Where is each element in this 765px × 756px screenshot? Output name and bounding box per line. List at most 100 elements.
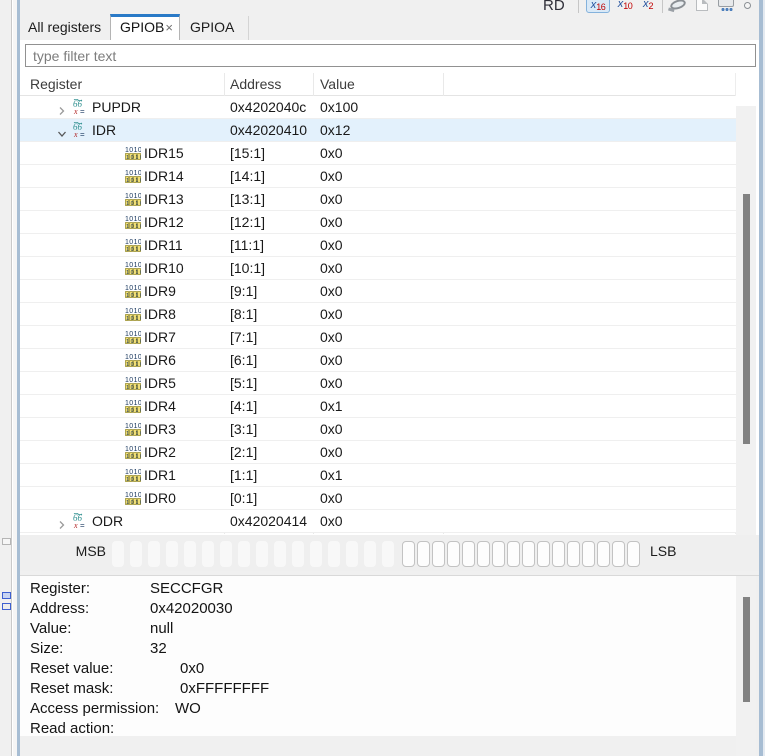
bit-box[interactable] bbox=[597, 541, 610, 567]
bitfield-row[interactable]: 10101010IDR4 [4:1] 0x1 bbox=[20, 395, 736, 418]
details-text: Register: SECCFGR Address: 0x42020030 Value:… bbox=[20, 576, 736, 737]
register-address: [14:1] bbox=[230, 168, 266, 184]
bit-box[interactable] bbox=[202, 541, 214, 567]
page-icon[interactable] bbox=[696, 0, 708, 11]
bit-box[interactable] bbox=[382, 541, 394, 567]
bit-box[interactable] bbox=[148, 541, 160, 567]
bitfield-row[interactable]: 10101010IDR13 [13:1] 0x0 bbox=[20, 188, 736, 211]
watch-read-icon[interactable] bbox=[669, 0, 687, 12]
register-row[interactable]: 66 x = PUPDR 0x4202040c 0x100 bbox=[20, 96, 736, 119]
bit-box[interactable] bbox=[256, 541, 268, 567]
bitfield-row[interactable]: 10101010IDR15 [15:1] 0x0 bbox=[20, 142, 736, 165]
bitfield-row[interactable]: 10101010IDR3 [3:1] 0x0 bbox=[20, 418, 736, 441]
bit-box[interactable] bbox=[166, 541, 178, 567]
column-header-register[interactable]: Register bbox=[30, 73, 82, 96]
bit-box[interactable] bbox=[462, 541, 475, 567]
bitfield-row[interactable]: 10101010IDR8 [8:1] 0x0 bbox=[20, 303, 736, 326]
bitfield-row[interactable]: 10101010IDR12 [12:1] 0x0 bbox=[20, 211, 736, 234]
bit-box[interactable] bbox=[492, 541, 505, 567]
column-header-address[interactable]: Address bbox=[230, 73, 281, 96]
radix-hex-button[interactable]: x16 bbox=[586, 0, 610, 13]
register-value: 0x0 bbox=[320, 145, 343, 161]
register-value: 0x0 bbox=[320, 260, 343, 276]
scrollbar-thumb[interactable] bbox=[743, 194, 750, 444]
radix-bin-button[interactable]: x2 bbox=[638, 0, 658, 13]
bit-box[interactable] bbox=[130, 541, 142, 567]
register-name: IDR1 bbox=[144, 467, 176, 483]
bit-box[interactable] bbox=[477, 541, 490, 567]
bitfield-row[interactable]: 10101010IDR7 [7:1] 0x0 bbox=[20, 326, 736, 349]
bitfield-row[interactable]: 10101010IDR10 [10:1] 0x0 bbox=[20, 257, 736, 280]
svg-text:=: = bbox=[80, 130, 85, 138]
bit-box[interactable] bbox=[112, 541, 124, 567]
bit-box[interactable] bbox=[402, 541, 415, 567]
bit-box[interactable] bbox=[184, 541, 196, 567]
register-row[interactable]: 66 x = IDR 0x42020410 0x12 bbox=[20, 119, 736, 142]
chevron-down-icon[interactable] bbox=[57, 126, 67, 137]
svg-text:1010: 1010 bbox=[125, 193, 141, 200]
bitfield-row[interactable]: 10101010IDR9 [9:1] 0x0 bbox=[20, 280, 736, 303]
peripheral-chip-icon[interactable] bbox=[718, 0, 734, 11]
tab-gpioa[interactable]: GPIOA bbox=[182, 14, 242, 40]
bit-box[interactable] bbox=[567, 541, 580, 567]
chevron-right-icon[interactable] bbox=[57, 517, 67, 529]
close-icon[interactable]: × bbox=[165, 20, 173, 35]
bitfield-row[interactable]: 10101010IDR6 [6:1] 0x0 bbox=[20, 349, 736, 372]
bit-box[interactable] bbox=[537, 541, 550, 567]
bitfield-row[interactable]: 10101010IDR14 [14:1] 0x0 bbox=[20, 165, 736, 188]
bit-box[interactable] bbox=[432, 541, 445, 567]
register-row[interactable]: 66 x = ODR 0x42020414 0x0 bbox=[20, 510, 736, 533]
bit-box[interactable] bbox=[310, 541, 322, 567]
bit-box[interactable] bbox=[364, 541, 376, 567]
bit-box[interactable] bbox=[507, 541, 520, 567]
details-label: Read action: bbox=[30, 720, 115, 737]
bit-box[interactable] bbox=[627, 541, 640, 567]
bit-box[interactable] bbox=[292, 541, 304, 567]
radix-dec-button[interactable]: x10 bbox=[613, 0, 637, 13]
tab-gpiob[interactable]: GPIOB × bbox=[110, 14, 180, 40]
filter-input[interactable] bbox=[25, 44, 756, 67]
bit-box[interactable] bbox=[612, 541, 625, 567]
bit-box[interactable] bbox=[552, 541, 565, 567]
bitfield-icon: 10101010 bbox=[125, 283, 143, 299]
bit-box[interactable] bbox=[328, 541, 340, 567]
minimized-view-trim bbox=[0, 0, 12, 756]
register-address: 0x42020414 bbox=[230, 513, 308, 529]
tab-strip: All registers GPIOB × GPIOA bbox=[20, 14, 759, 40]
bit-box[interactable] bbox=[274, 541, 286, 567]
scrollbar-thumb[interactable] bbox=[743, 597, 750, 702]
tab-all-registers[interactable]: All registers bbox=[20, 14, 109, 40]
restore-view-button[interactable] bbox=[2, 592, 11, 599]
bit-box[interactable] bbox=[522, 541, 535, 567]
overflow-dot-icon[interactable] bbox=[744, 2, 751, 9]
bit-box[interactable] bbox=[238, 541, 250, 567]
bit-box[interactable] bbox=[417, 541, 430, 567]
bit-box[interactable] bbox=[220, 541, 232, 567]
svg-text:1010: 1010 bbox=[126, 316, 141, 322]
bitfield-row[interactable]: 10101010IDR1 [1:1] 0x1 bbox=[20, 464, 736, 487]
bitfield-row[interactable]: 10101010IDR0 [0:1] 0x0 bbox=[20, 487, 736, 510]
details-label: Register: bbox=[30, 580, 91, 597]
restore-view-button[interactable] bbox=[2, 538, 11, 545]
svg-text:1010: 1010 bbox=[125, 262, 141, 269]
bit-box[interactable] bbox=[447, 541, 460, 567]
chevron-right-icon[interactable] bbox=[57, 103, 67, 115]
radix-digits: 2 bbox=[648, 1, 653, 11]
svg-text:1010: 1010 bbox=[125, 354, 141, 361]
bit-box[interactable] bbox=[582, 541, 595, 567]
view-toolbar: RD x16 x10 x2 bbox=[20, 0, 759, 14]
register-address: 0x42020410 bbox=[230, 122, 308, 138]
details-label: Reset mask: bbox=[30, 680, 114, 697]
register-value: 0x0 bbox=[320, 352, 343, 368]
column-header-value[interactable]: Value bbox=[320, 73, 355, 96]
bit-box[interactable] bbox=[346, 541, 358, 567]
bitfield-row[interactable]: 10101010IDR5 [5:1] 0x0 bbox=[20, 372, 736, 395]
register-name: IDR12 bbox=[144, 214, 184, 230]
radix-digits: 10 bbox=[623, 1, 633, 11]
details-scrollbar[interactable] bbox=[736, 576, 756, 756]
vertical-scrollbar[interactable] bbox=[736, 106, 756, 568]
bitfield-row[interactable]: 10101010IDR11 [11:1] 0x0 bbox=[20, 234, 736, 257]
restore-view-button[interactable] bbox=[2, 603, 11, 610]
svg-text:1010: 1010 bbox=[125, 170, 141, 177]
bitfield-row[interactable]: 10101010IDR2 [2:1] 0x0 bbox=[20, 441, 736, 464]
